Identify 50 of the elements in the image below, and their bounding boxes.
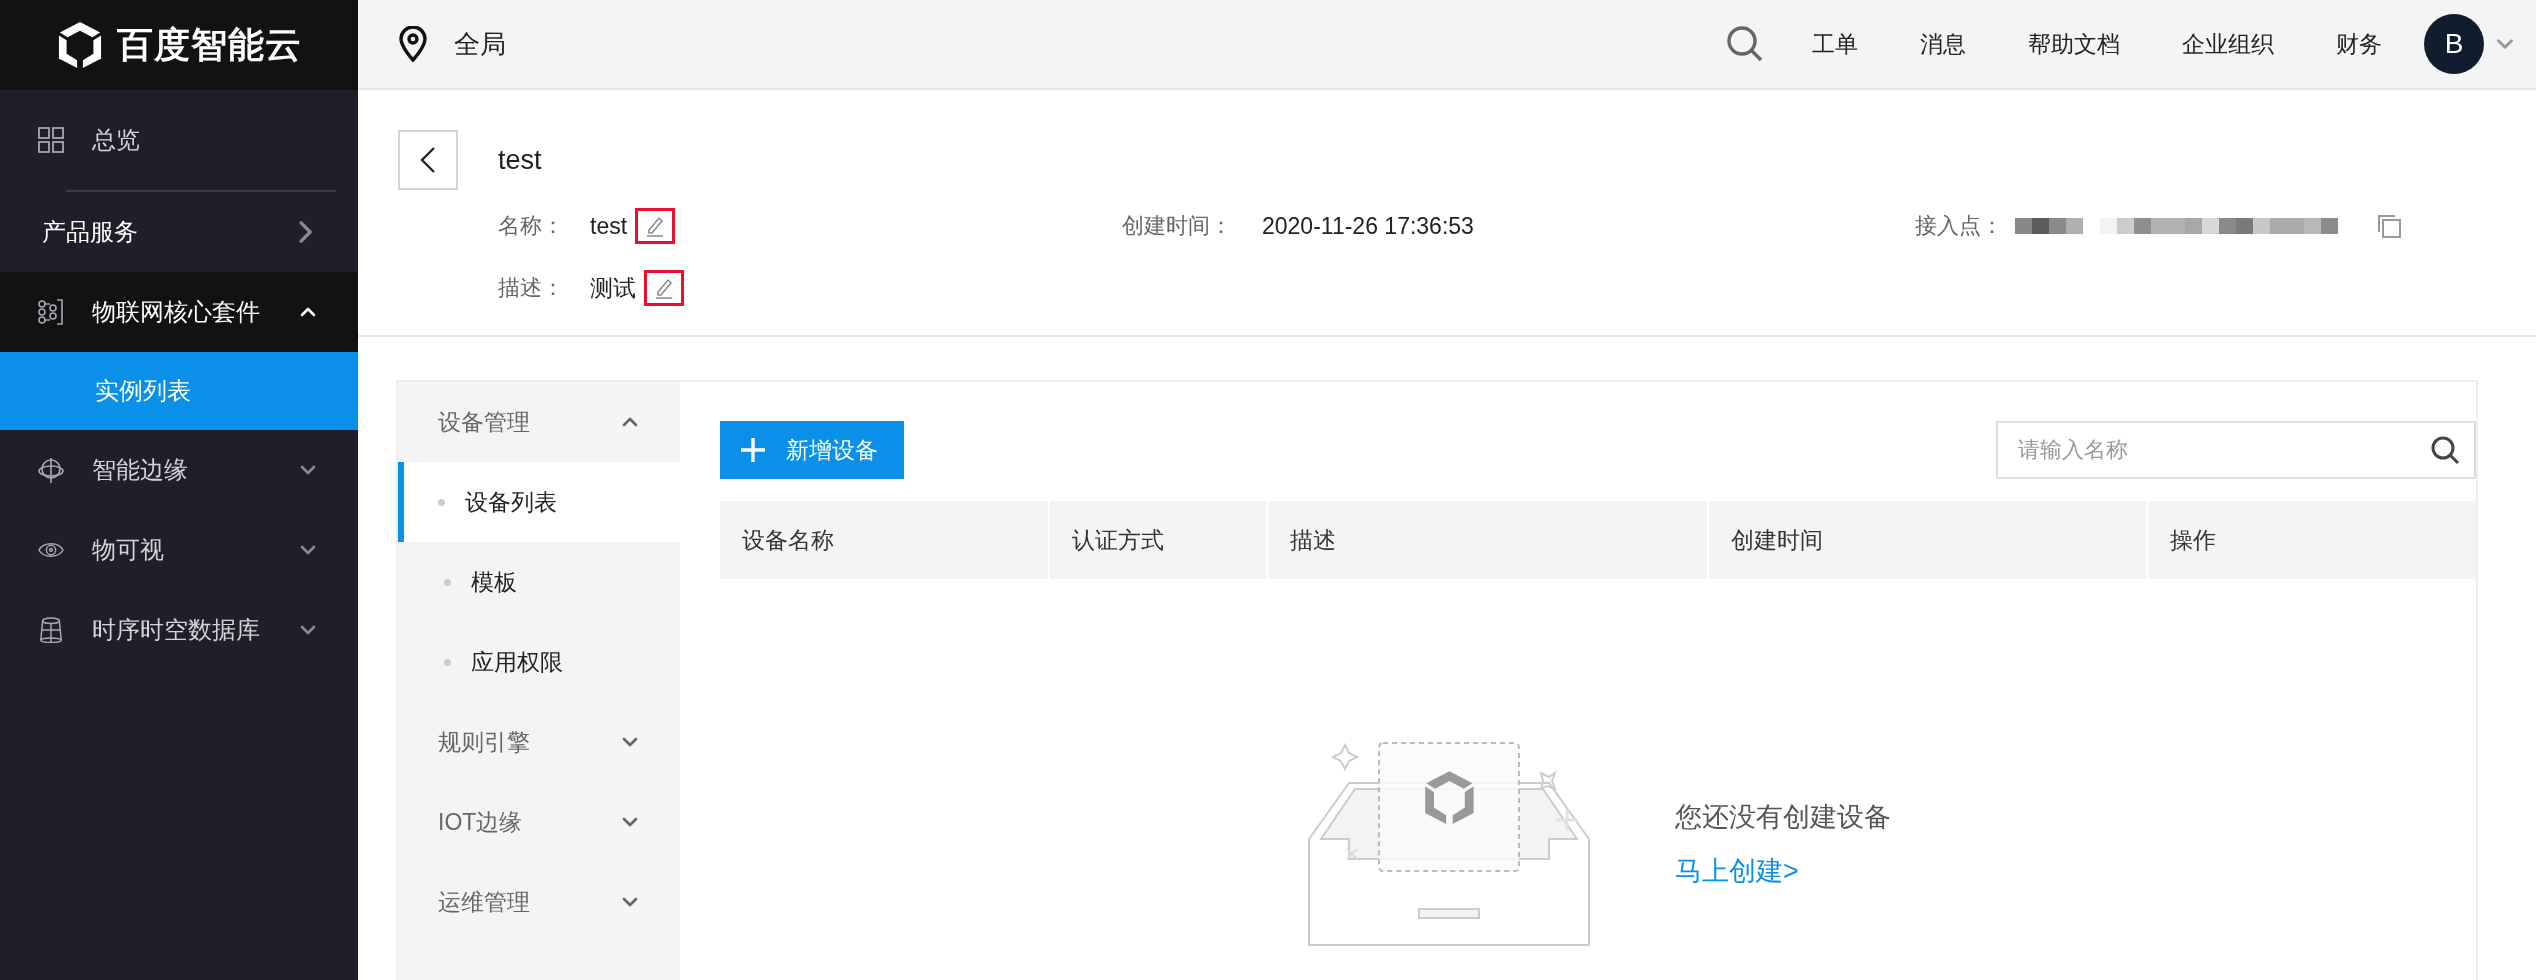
avatar[interactable]: B — [2424, 14, 2484, 74]
edit-button[interactable] — [644, 270, 684, 306]
top-nav-link[interactable]: 企业组织 — [2182, 28, 2274, 60]
instance-title: test — [498, 144, 542, 176]
column-header: 设备名称 — [720, 501, 1048, 579]
field-value: test — [590, 212, 628, 240]
column-header: 认证方式 — [1049, 501, 1266, 579]
top-nav-link[interactable]: 财务 — [2336, 28, 2382, 60]
search-icon[interactable] — [2430, 435, 2460, 465]
empty-message: 您还没有创建设备 — [1675, 801, 1891, 834]
top-nav-link[interactable]: 帮助文档 — [2028, 28, 2120, 60]
field-value: 测试 — [590, 273, 636, 303]
subnav-item[interactable]: 模板 — [398, 542, 680, 622]
field-label: 创建时间： — [1122, 212, 1233, 240]
top-nav-link[interactable]: 工单 — [1812, 28, 1858, 60]
back-button[interactable] — [398, 130, 458, 190]
sidebar-section[interactable]: 产品服务 — [0, 192, 358, 272]
sidebar-item[interactable]: 智能边缘 — [0, 430, 358, 510]
field-value: 2020-11-26 17:36:53 — [1262, 212, 1474, 240]
subnav-group[interactable]: 规则引擎 — [398, 702, 680, 782]
edit-button[interactable] — [635, 208, 676, 244]
database-icon — [38, 617, 64, 643]
orbit-icon — [38, 457, 64, 483]
top-nav-link[interactable]: 消息 — [1920, 28, 1966, 60]
search-field[interactable]: 请输入名称 — [1996, 421, 2476, 479]
grid-icon — [38, 127, 64, 153]
field-label: 名称： — [498, 212, 565, 240]
sidebar-item[interactable]: 物可视 — [0, 510, 358, 590]
field-label: 描述： — [498, 274, 565, 302]
nodes-icon — [38, 299, 64, 325]
cube-logo-icon — [56, 20, 103, 70]
subnav-item[interactable]: 设备列表 — [398, 462, 680, 542]
sidebar-item[interactable]: 物联网核心套件 — [0, 272, 358, 352]
sidebar-item[interactable]: 时序时空数据库 — [0, 590, 358, 670]
brand-name: 百度智能云 — [116, 22, 302, 67]
field-label: 接入点： — [1915, 212, 2004, 240]
search-icon[interactable] — [1726, 25, 1764, 63]
plus-icon — [740, 437, 766, 463]
subnav-item[interactable]: 应用权限 — [398, 622, 680, 702]
location-pin-icon — [398, 26, 428, 62]
copy-icon[interactable] — [2376, 213, 2402, 239]
sidebar-item[interactable]: 总览 — [0, 90, 358, 190]
subnav-group[interactable]: 运维管理 — [398, 862, 680, 942]
subnav-group[interactable]: 设备管理 — [398, 382, 680, 462]
subnav-group[interactable]: IOT边缘 — [398, 782, 680, 862]
pencil-icon — [653, 277, 675, 299]
column-header: 描述 — [1267, 501, 1707, 579]
region-selector[interactable]: 全局 — [454, 26, 506, 62]
column-header: 创建时间 — [1708, 501, 2146, 579]
column-header: 操作 — [2147, 501, 2476, 579]
